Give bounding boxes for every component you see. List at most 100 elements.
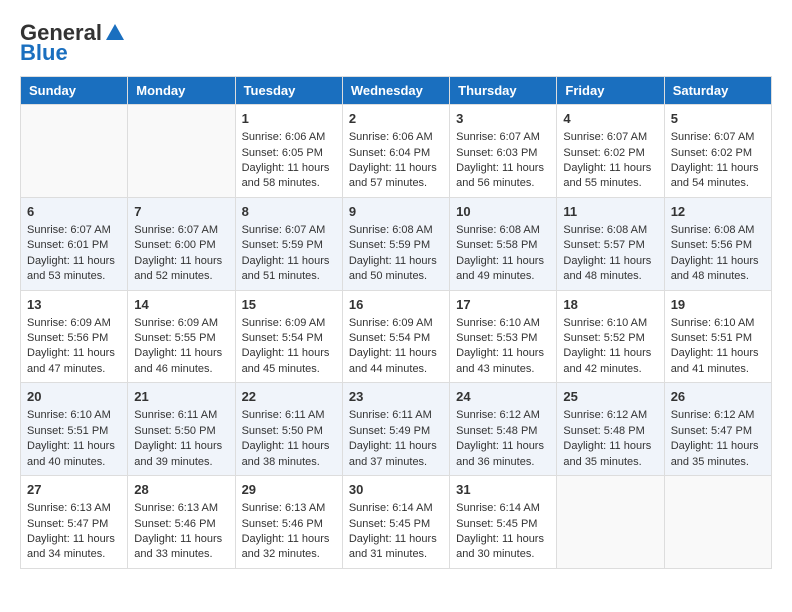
calendar-day-cell: 28Sunrise: 6:13 AMSunset: 5:46 PMDayligh… [128,476,235,569]
day-number: 14 [134,296,228,314]
sunrise-text: Sunrise: 6:07 AM [134,223,228,238]
sunset-text: Sunset: 5:45 PM [349,517,443,532]
sunset-text: Sunset: 5:57 PM [563,238,657,253]
calendar-day-cell: 17Sunrise: 6:10 AMSunset: 5:53 PMDayligh… [450,290,557,383]
sunset-text: Sunset: 5:56 PM [27,331,121,346]
daylight-text: Daylight: 11 hours and 39 minutes. [134,439,228,470]
logo-icon [104,22,126,44]
daylight-text: Daylight: 11 hours and 31 minutes. [349,532,443,563]
sunset-text: Sunset: 6:02 PM [671,146,765,161]
sunset-text: Sunset: 6:00 PM [134,238,228,253]
calendar-day-cell: 7 Sunrise: 6:07 AMSunset: 6:00 PMDaylight… [128,197,235,290]
calendar-day-cell: 15Sunrise: 6:09 AMSunset: 5:54 PMDayligh… [235,290,342,383]
day-number: 9 [349,203,443,221]
daylight-text: Daylight: 11 hours and 57 minutes. [349,161,443,192]
calendar-day-cell: 23Sunrise: 6:11 AMSunset: 5:49 PMDayligh… [342,383,449,476]
daylight-text: Daylight: 11 hours and 32 minutes. [242,532,336,563]
sunrise-text: Sunrise: 6:09 AM [27,316,121,331]
day-number: 13 [27,296,121,314]
calendar-day-cell: 14Sunrise: 6:09 AMSunset: 5:55 PMDayligh… [128,290,235,383]
calendar-day-cell: 18Sunrise: 6:10 AMSunset: 5:52 PMDayligh… [557,290,664,383]
sunrise-text: Sunrise: 6:11 AM [134,408,228,423]
sunrise-text: Sunrise: 6:11 AM [349,408,443,423]
sunrise-text: Sunrise: 6:10 AM [671,316,765,331]
calendar-day-cell: 24Sunrise: 6:12 AMSunset: 5:48 PMDayligh… [450,383,557,476]
calendar-week-row: 13Sunrise: 6:09 AMSunset: 5:56 PMDayligh… [21,290,772,383]
daylight-text: Daylight: 11 hours and 48 minutes. [671,254,765,285]
calendar-day-cell [128,105,235,198]
sunrise-text: Sunrise: 6:10 AM [27,408,121,423]
sunset-text: Sunset: 5:55 PM [134,331,228,346]
calendar-day-cell: 6Sunrise: 6:07 AMSunset: 6:01 PMDaylight… [21,197,128,290]
day-number: 11 [563,203,657,221]
sunrise-text: Sunrise: 6:07 AM [671,130,765,145]
calendar-day-cell: 10Sunrise: 6:08 AMSunset: 5:58 PMDayligh… [450,197,557,290]
day-number: 18 [563,296,657,314]
calendar-weekday-friday: Friday [557,77,664,105]
sunset-text: Sunset: 5:48 PM [563,424,657,439]
sunrise-text: Sunrise: 6:06 AM [349,130,443,145]
sunset-text: Sunset: 5:54 PM [242,331,336,346]
sunset-text: Sunset: 5:47 PM [27,517,121,532]
day-number: 25 [563,388,657,406]
sunset-text: Sunset: 5:49 PM [349,424,443,439]
daylight-text: Daylight: 11 hours and 48 minutes. [563,254,657,285]
daylight-text: Daylight: 11 hours and 36 minutes. [456,439,550,470]
calendar-day-cell: 1Sunrise: 6:06 AMSunset: 6:05 PMDaylight… [235,105,342,198]
day-number: 27 [27,481,121,499]
calendar-day-cell: 12Sunrise: 6:08 AMSunset: 5:56 PMDayligh… [664,197,771,290]
calendar-weekday-saturday: Saturday [664,77,771,105]
sunset-text: Sunset: 5:50 PM [134,424,228,439]
calendar-day-cell: 29Sunrise: 6:13 AMSunset: 5:46 PMDayligh… [235,476,342,569]
sunset-text: Sunset: 5:52 PM [563,331,657,346]
sunrise-text: Sunrise: 6:07 AM [27,223,121,238]
sunrise-text: Sunrise: 6:06 AM [242,130,336,145]
calendar-day-cell: 9Sunrise: 6:08 AMSunset: 5:59 PMDaylight… [342,197,449,290]
daylight-text: Daylight: 11 hours and 47 minutes. [27,346,121,377]
day-number: 30 [349,481,443,499]
day-number: 7 [134,203,228,221]
daylight-text: Daylight: 11 hours and 45 minutes. [242,346,336,377]
sunset-text: Sunset: 6:05 PM [242,146,336,161]
sunset-text: Sunset: 5:45 PM [456,517,550,532]
calendar-weekday-thursday: Thursday [450,77,557,105]
sunset-text: Sunset: 5:59 PM [349,238,443,253]
daylight-text: Daylight: 11 hours and 35 minutes. [563,439,657,470]
calendar-day-cell: 11 Sunrise: 6:08 AMSunset: 5:57 PMDayligh… [557,197,664,290]
day-number: 21 [134,388,228,406]
sunset-text: Sunset: 5:51 PM [27,424,121,439]
sunset-text: Sunset: 5:54 PM [349,331,443,346]
daylight-text: Daylight: 11 hours and 58 minutes. [242,161,336,192]
calendar-weekday-monday: Monday [128,77,235,105]
sunset-text: Sunset: 6:01 PM [27,238,121,253]
day-number: 6 [27,203,121,221]
calendar-day-cell: 8Sunrise: 6:07 AMSunset: 5:59 PMDaylight… [235,197,342,290]
sunrise-text: Sunrise: 6:13 AM [242,501,336,516]
sunset-text: Sunset: 5:51 PM [671,331,765,346]
calendar-weekday-wednesday: Wednesday [342,77,449,105]
sunset-text: Sunset: 5:59 PM [242,238,336,253]
calendar-day-cell [664,476,771,569]
calendar-day-cell: 5Sunrise: 6:07 AMSunset: 6:02 PMDaylight… [664,105,771,198]
sunrise-text: Sunrise: 6:08 AM [563,223,657,238]
sunset-text: Sunset: 5:47 PM [671,424,765,439]
sunrise-text: Sunrise: 6:14 AM [349,501,443,516]
day-number: 17 [456,296,550,314]
daylight-text: Daylight: 11 hours and 52 minutes. [134,254,228,285]
calendar-day-cell: 20Sunrise: 6:10 AMSunset: 5:51 PMDayligh… [21,383,128,476]
calendar-day-cell: 25Sunrise: 6:12 AMSunset: 5:48 PMDayligh… [557,383,664,476]
sunrise-text: Sunrise: 6:13 AM [134,501,228,516]
calendar-week-row: 20Sunrise: 6:10 AMSunset: 5:51 PMDayligh… [21,383,772,476]
sunrise-text: Sunrise: 6:12 AM [456,408,550,423]
sunset-text: Sunset: 5:58 PM [456,238,550,253]
day-number: 4 [563,110,657,128]
sunrise-text: Sunrise: 6:09 AM [242,316,336,331]
sunrise-text: Sunrise: 6:07 AM [456,130,550,145]
sunset-text: Sunset: 5:46 PM [134,517,228,532]
calendar-day-cell: 31Sunrise: 6:14 AMSunset: 5:45 PMDayligh… [450,476,557,569]
daylight-text: Daylight: 11 hours and 49 minutes. [456,254,550,285]
sunset-text: Sunset: 6:02 PM [563,146,657,161]
calendar-weekday-sunday: Sunday [21,77,128,105]
day-number: 29 [242,481,336,499]
day-number: 26 [671,388,765,406]
